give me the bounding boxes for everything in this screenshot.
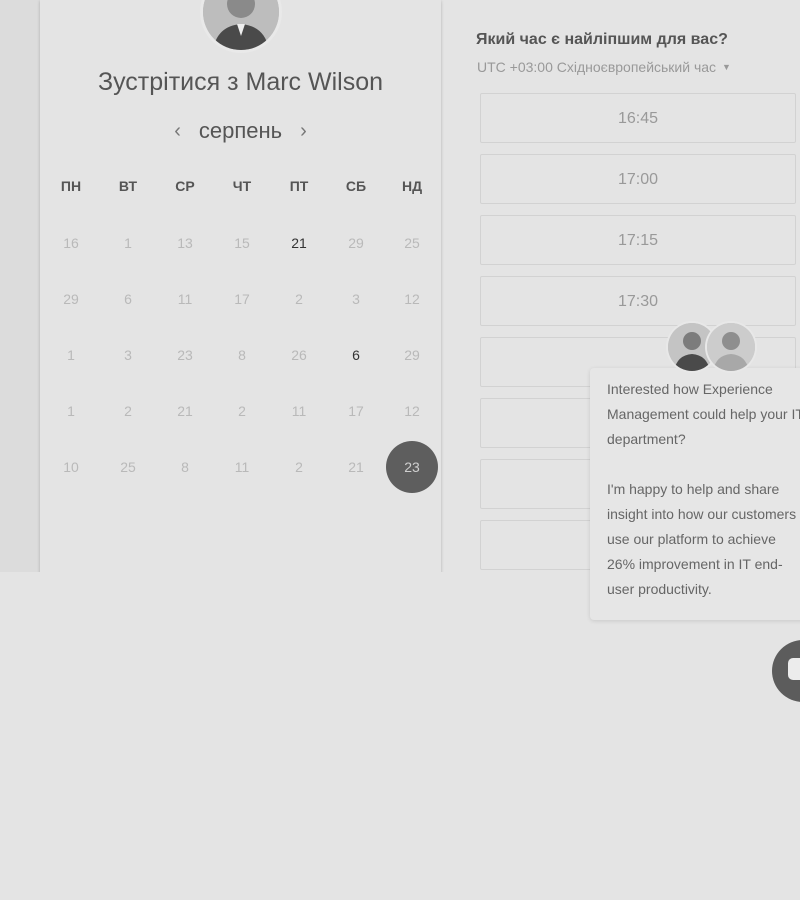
weekday-label: ПТ (289, 178, 309, 194)
background-panel (0, 0, 40, 572)
weekday-label: ПН (60, 178, 82, 194)
calendar-day[interactable]: 25 (102, 441, 154, 493)
calendar-day[interactable]: 8 (216, 329, 268, 381)
weekday-label: СР (175, 178, 195, 194)
calendar-day[interactable]: 6 (330, 329, 382, 381)
chat-message-line: Interested how Experience Management cou… (607, 381, 800, 447)
calendar-day[interactable]: 12 (386, 273, 438, 325)
calendar-day[interactable]: 3 (330, 273, 382, 325)
agent-avatar (707, 323, 755, 371)
calendar-day[interactable]: 21 (330, 441, 382, 493)
calendar-day[interactable]: 3 (102, 329, 154, 381)
time-question: Який час є найліпшим для вас? (476, 31, 728, 48)
calendar-day[interactable]: 23 (386, 441, 438, 493)
calendar-day[interactable]: 10 (45, 441, 97, 493)
weekday-label: ЧТ (232, 178, 252, 194)
calendar-day[interactable]: 8 (159, 441, 211, 493)
calendar-day[interactable]: 1 (102, 217, 154, 269)
calendar-day[interactable]: 17 (330, 385, 382, 437)
time-slot-button[interactable]: 17:30 (480, 276, 796, 326)
chat-bubble-icon (788, 658, 800, 680)
calendar-day[interactable]: 17 (216, 273, 268, 325)
calendar-day[interactable]: 11 (159, 273, 211, 325)
chevron-right-icon[interactable]: › (300, 120, 307, 143)
weekday-label: НД (401, 178, 423, 194)
chat-message: Interested how Experience Management cou… (607, 377, 800, 602)
calendar-day[interactable]: 13 (159, 217, 211, 269)
calendar-day[interactable]: 15 (216, 217, 268, 269)
weekday-label: ВТ (118, 178, 138, 194)
caret-down-icon: ▼ (722, 62, 731, 72)
calendar-day[interactable]: 6 (102, 273, 154, 325)
chevron-left-icon[interactable]: ‹ (174, 120, 181, 143)
calendar-day[interactable]: 2 (216, 385, 268, 437)
calendar-day[interactable]: 21 (273, 217, 325, 269)
time-slot-button[interactable]: 16:45 (480, 93, 796, 143)
timezone-selector[interactable]: UTC +03:00 Східноєвропейський час ▼ (477, 59, 731, 75)
calendar-day[interactable]: 29 (386, 329, 438, 381)
calendar-day[interactable]: 1 (45, 385, 97, 437)
calendar-day[interactable]: 21 (159, 385, 211, 437)
chat-launcher-button[interactable] (772, 640, 800, 702)
calendar-day[interactable]: 26 (273, 329, 325, 381)
calendar-day[interactable]: 12 (386, 385, 438, 437)
timezone-label: UTC +03:00 Східноєвропейський час (477, 59, 717, 75)
calendar-day[interactable]: 11 (273, 385, 325, 437)
calendar-day[interactable]: 1 (45, 329, 97, 381)
page-title: Зустрітися з Marc Wilson (97, 68, 384, 96)
time-slot-button[interactable]: 17:15 (480, 215, 796, 265)
month-navigation: ‹ серпень › (40, 116, 441, 146)
calendar-day[interactable]: 2 (273, 273, 325, 325)
calendar-day[interactable]: 11 (216, 441, 268, 493)
calendar-day[interactable]: 29 (45, 273, 97, 325)
calendar-day[interactable]: 2 (102, 385, 154, 437)
calendar-day[interactable]: 2 (273, 441, 325, 493)
calendar-day[interactable]: 23 (159, 329, 211, 381)
calendar-day[interactable]: 25 (386, 217, 438, 269)
month-label: серпень (198, 118, 283, 143)
time-slot-button[interactable]: 17:00 (480, 154, 796, 204)
weekday-label: СБ (345, 178, 367, 194)
chat-message-line: I'm happy to help and share insight into… (607, 481, 797, 597)
calendar-day[interactable]: 29 (330, 217, 382, 269)
calendar-day[interactable]: 16 (45, 217, 97, 269)
